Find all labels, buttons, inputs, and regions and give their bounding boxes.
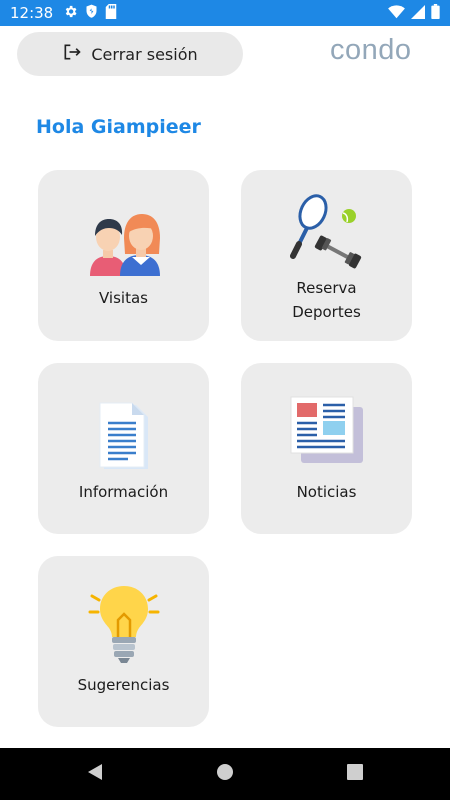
newspaper-icon (287, 393, 367, 469)
battery-icon (431, 3, 440, 23)
back-icon[interactable] (86, 762, 104, 786)
brand-logo: condo (330, 34, 412, 66)
menu-card-label: Visitas (99, 289, 148, 307)
menu-card-noticias[interactable]: Noticias (241, 363, 412, 534)
menu-card-visitas[interactable]: Visitas (38, 170, 209, 341)
wifi-icon (388, 4, 405, 23)
home-icon[interactable] (216, 762, 234, 786)
menu-card-label-line2: Deportes (292, 303, 361, 321)
menu-card-label: Sugerencias (77, 676, 170, 694)
status-bar: 12:38 (0, 0, 450, 26)
recents-icon[interactable] (346, 762, 364, 786)
greeting-title: Hola Giampieer (36, 116, 201, 138)
gear-icon (63, 4, 78, 23)
status-time: 12:38 (10, 4, 54, 22)
menu-card-reserva-deportes[interactable]: Reserva Deportes (241, 170, 412, 341)
menu-card-label-line1: Reserva (296, 279, 357, 297)
logout-label: Cerrar sesión (91, 44, 198, 64)
logout-icon (62, 42, 82, 66)
system-nav-bar (0, 748, 450, 800)
menu-card-sugerencias[interactable]: Sugerencias (38, 556, 209, 727)
menu-card-informacion[interactable]: Información (38, 363, 209, 534)
sd-card-icon (105, 3, 117, 23)
shield-icon (85, 4, 98, 23)
menu-card-label: Información (78, 483, 169, 501)
visitors-icon (86, 210, 162, 282)
signal-icon (411, 4, 425, 23)
document-icon (96, 401, 152, 475)
logout-button[interactable]: Cerrar sesión (17, 32, 243, 76)
menu-card-label: Noticias (296, 483, 357, 501)
lightbulb-icon (86, 582, 162, 670)
sports-icon (287, 190, 367, 274)
